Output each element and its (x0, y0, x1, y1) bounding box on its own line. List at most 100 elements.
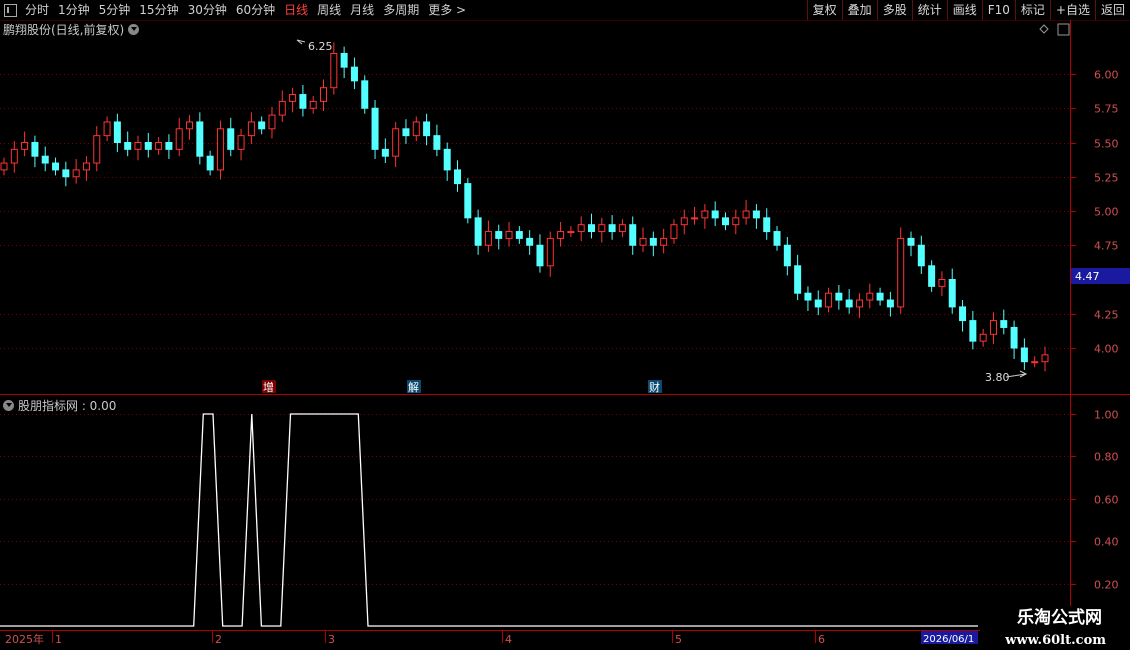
end-date-box (921, 631, 978, 644)
period-fenshi[interactable]: 分时 (25, 0, 49, 20)
candle-down (845, 299, 853, 308)
candle-down (794, 265, 802, 294)
time-label-m4: 4 (505, 633, 512, 646)
candle-up (618, 224, 626, 233)
time-label-m6: 6 (818, 633, 825, 646)
candle-down (907, 237, 915, 246)
candle-up (10, 148, 18, 164)
period-daily[interactable]: 日线 (284, 0, 308, 20)
diamond-icon (1039, 24, 1049, 34)
period-15min[interactable]: 15分钟 (139, 0, 178, 20)
indicator-axis: 1.00 0.80 0.60 0.40 0.20 (1070, 409, 1119, 592)
candle-down (1010, 326, 1018, 349)
candle-down (587, 224, 595, 233)
event-marker-jie: 解 (408, 380, 419, 394)
candle-down (350, 66, 358, 82)
f10-button[interactable]: F10 (981, 0, 1015, 20)
candle-up (742, 210, 750, 219)
window-restore-icon[interactable] (4, 3, 17, 17)
candle-down (113, 121, 121, 143)
candle-up (268, 114, 276, 130)
draw-line-button[interactable]: 画线 (946, 0, 982, 20)
indicator-panel-title[interactable]: 股朋指标网 : 0.00 (3, 397, 116, 414)
time-label-year: 2025年 (5, 632, 44, 646)
candle-down (340, 52, 348, 68)
candle-down (783, 244, 791, 267)
candle-up (216, 128, 224, 171)
period-30min[interactable]: 30分钟 (188, 0, 227, 20)
candle-up (680, 217, 688, 226)
indicator-title: 股朋指标网 : 0.00 (18, 399, 117, 413)
candle-up (670, 224, 678, 239)
period-1min[interactable]: 1分钟 (58, 0, 90, 20)
time-label-m5: 5 (675, 633, 682, 646)
period-bar: 分时 1分钟 5分钟 15分钟 30分钟 60分钟 日线 周线 月线 多周期 更… (4, 0, 475, 20)
candle-up (484, 231, 492, 246)
candlesticks (0, 42, 1049, 372)
period-more[interactable]: 更多 > (428, 0, 466, 20)
candle-up (186, 121, 194, 130)
price-tick-label: 5.25 (1094, 172, 1119, 185)
mark-button[interactable]: 标记 (1014, 0, 1050, 20)
price-tick-label: 4.25 (1094, 309, 1119, 322)
chart-area[interactable]: 6.00 5.75 5.50 5.25 5.00 4.75 4.25 4.00 1.00 0.8… (0, 0, 1130, 650)
period-60min[interactable]: 60分钟 (236, 0, 275, 20)
end-date-label: 2026/06/1 (923, 634, 974, 645)
candle-down (464, 183, 472, 219)
candle-down (763, 217, 771, 233)
candle-down (371, 107, 379, 150)
candle-up (691, 217, 699, 220)
candle-up (989, 320, 997, 335)
candle-up (175, 128, 183, 150)
period-5min[interactable]: 5分钟 (99, 0, 131, 20)
candle-up (855, 299, 863, 308)
candle-up (1031, 361, 1039, 364)
candle-down (433, 135, 441, 150)
price-tick-label: 5.50 (1094, 138, 1119, 151)
current-price-box (1071, 268, 1130, 284)
fuquan-button[interactable]: 复权 (806, 0, 842, 20)
candle-down (165, 142, 173, 150)
dropdown-icon[interactable] (128, 24, 140, 35)
period-monthly[interactable]: 月线 (350, 0, 374, 20)
candle-down (227, 128, 235, 150)
candle-up (701, 210, 709, 219)
period-multi[interactable]: 多周期 (383, 0, 419, 20)
stock-title: 鹏翔股份(日线,前复权) (3, 23, 125, 37)
add-watchlist-button[interactable]: +自选 (1049, 0, 1095, 20)
candle-up (82, 162, 90, 171)
indicator-dropdown-icon[interactable] (3, 400, 14, 411)
stats-button[interactable]: 统计 (911, 0, 947, 20)
candle-up (309, 100, 317, 109)
candle-up (567, 231, 575, 234)
candle-down (515, 231, 523, 239)
candle-down (381, 148, 389, 157)
candle-down (1020, 347, 1028, 363)
candle-down (886, 299, 894, 308)
overlay-button[interactable]: 叠加 (841, 0, 877, 20)
candle-down (649, 237, 657, 246)
main-panel-title[interactable]: 鹏翔股份(日线,前复权) (3, 21, 140, 38)
candle-up (598, 224, 606, 233)
candle-down (474, 217, 482, 246)
candle-down (423, 121, 431, 137)
indicator-line (0, 413, 978, 627)
candle-down (1000, 320, 1008, 328)
toolbar-buttons: 复权 叠加 多股 统计 画线 F10 标记 +自选 返回 (806, 0, 1130, 20)
candle-down (299, 94, 307, 109)
candle-up (21, 142, 29, 150)
candle-up (412, 121, 420, 137)
low-price-label: 3.80 (985, 371, 1010, 384)
candle-down (52, 162, 60, 171)
candle-down (206, 155, 214, 171)
multi-stock-button[interactable]: 多股 (876, 0, 912, 20)
candle-down (62, 169, 70, 178)
candle-up (0, 162, 8, 171)
top-toolbar: 分时 1分钟 5分钟 15分钟 30分钟 60分钟 日线 周线 月线 多周期 更… (0, 0, 1130, 21)
period-weekly[interactable]: 周线 (317, 0, 341, 20)
high-price-label: 6.25 (308, 40, 333, 53)
candle-down (928, 265, 936, 287)
candle-down (959, 306, 967, 322)
candle-down (361, 80, 369, 109)
back-button[interactable]: 返回 (1094, 0, 1130, 20)
